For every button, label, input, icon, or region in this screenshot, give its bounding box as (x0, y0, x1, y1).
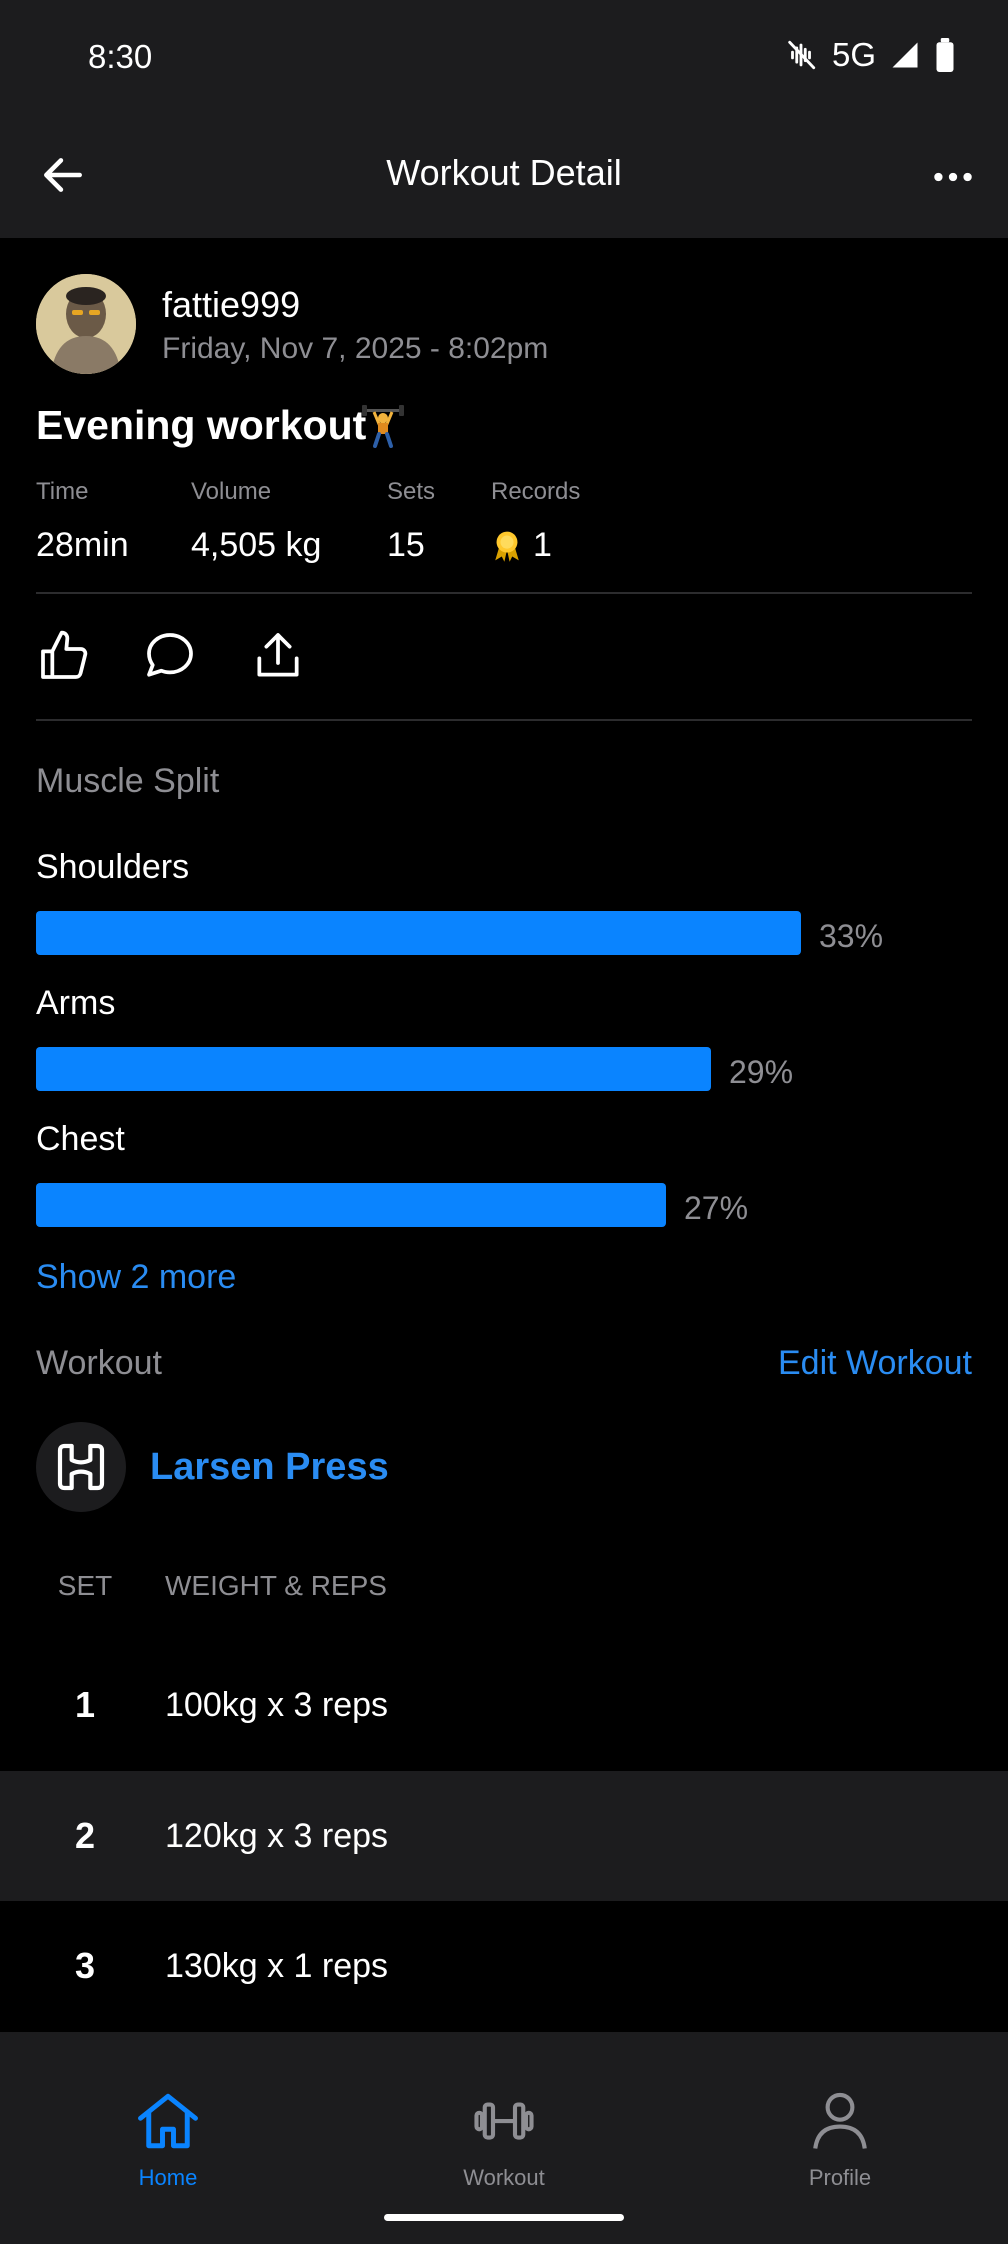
set-weight-reps: 120kg x 3 reps (165, 1817, 389, 1855)
muscle-bar-chest (36, 1183, 666, 1227)
nav-workout-label: Workout (463, 2165, 545, 2190)
edit-workout-link[interactable]: Edit Workout (778, 1344, 972, 1383)
person-icon (813, 2092, 867, 2149)
set-weight-reps: 130kg x 1 reps (165, 1947, 389, 1985)
network-label: 5G (831, 36, 876, 73)
muscle-percent-shoulders: 33% (819, 918, 884, 954)
stat-time-label: Time (36, 478, 89, 505)
stat-records: Records 1 (491, 478, 580, 565)
muscle-percent-chest: 27% (684, 1190, 749, 1226)
exercise-name[interactable]: Larsen Press (150, 1446, 389, 1489)
show-more-link[interactable]: Show 2 more (36, 1258, 236, 1297)
nav-home[interactable]: Home (68, 2090, 268, 2191)
post-datetime: Friday, Nov 7, 2025 - 8:02pm (162, 332, 549, 365)
stat-sets: Sets 15 (387, 478, 435, 565)
page-title: Workout Detail (386, 152, 622, 193)
dumbbell-logo-icon (57, 1443, 105, 1491)
stat-records-label: Records (491, 478, 581, 505)
stat-sets-label: Sets (387, 478, 436, 505)
comment-icon[interactable] (142, 628, 198, 684)
home-icon (138, 2093, 198, 2149)
battery-icon (936, 38, 954, 72)
muscle-percent-arms: 29% (729, 1054, 794, 1090)
set-number: 3 (74, 1945, 96, 1986)
set-number: 1 (74, 1684, 96, 1725)
share-icon[interactable] (250, 628, 306, 684)
muscle-name-chest: Chest (36, 1120, 125, 1158)
stat-sets-value: 15 (387, 526, 425, 564)
status-time: 8:30 (88, 38, 153, 75)
medal-icon (495, 531, 519, 562)
stat-time: Time 28min (36, 478, 129, 565)
set-weight-reps: 100kg x 3 reps (165, 1686, 389, 1724)
stat-volume-value: 4,505 kg (191, 526, 322, 564)
workout-section-label: Workout (36, 1344, 162, 1382)
stat-time-value: 28min (36, 526, 129, 564)
avatar-image (36, 274, 136, 374)
like-icon[interactable] (36, 628, 92, 684)
avatar[interactable] (36, 274, 136, 374)
home-indicator[interactable] (384, 2214, 624, 2221)
nav-profile-label: Profile (808, 2165, 872, 2190)
column-header-set: SET (57, 1570, 113, 1601)
muscle-name-arms: Arms (36, 984, 116, 1022)
status-icons: 5G (784, 36, 956, 74)
set-number: 2 (74, 1815, 96, 1856)
stat-volume: Volume 4,505 kg (191, 478, 321, 565)
muscle-split-label: Muscle Split (36, 762, 220, 800)
divider (36, 592, 972, 594)
nav-workout[interactable]: Workout (404, 2090, 604, 2191)
stat-records-row: 1 (491, 526, 580, 565)
mute-icon (788, 40, 816, 70)
muscle-bar-arms (36, 1047, 711, 1091)
set-row: 1 100kg x 3 reps (0, 1640, 1008, 1770)
muscle-bar-shoulders (36, 911, 801, 955)
exercise-thumbnail[interactable] (36, 1422, 126, 1512)
divider (36, 719, 972, 721)
column-header-weight-reps: WEIGHT & REPS (165, 1570, 387, 1601)
signal-icon (892, 42, 918, 68)
stat-records-value: 1 (533, 526, 552, 564)
nav-home-label: Home (138, 2165, 198, 2190)
more-options-icon[interactable] (928, 152, 978, 202)
username[interactable]: fattie999 (162, 284, 300, 326)
set-row: 3 130kg x 1 reps (0, 1901, 1008, 2031)
workout-title: Evening workout (36, 402, 367, 448)
dumbbell-icon (474, 2102, 534, 2140)
set-row: 2 120kg x 3 reps (0, 1771, 1008, 1901)
stat-volume-label: Volume (191, 478, 272, 505)
nav-profile[interactable]: Profile (740, 2090, 940, 2191)
muscle-name-shoulders: Shoulders (36, 848, 190, 886)
weightlifter-icon (362, 405, 404, 448)
